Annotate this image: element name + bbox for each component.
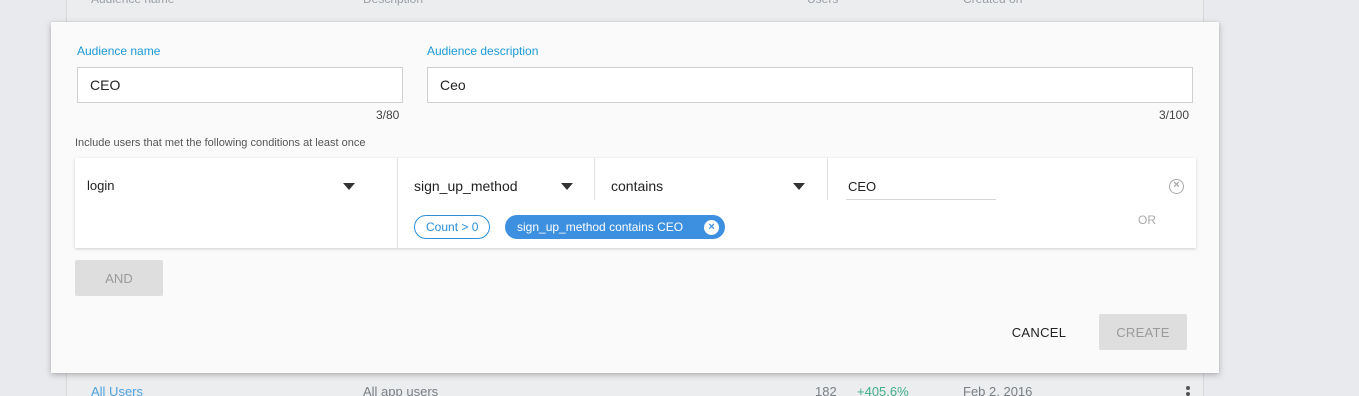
- column-header-name[interactable]: Audience name: [91, 0, 174, 12]
- audience-created-date: Feb 2, 2016: [963, 384, 1033, 396]
- column-header-created[interactable]: Created on: [963, 0, 1022, 12]
- dropdown-arrow-icon: [343, 183, 355, 190]
- event-select-value: login: [87, 178, 115, 193]
- audience-name-counter: 3/80: [376, 108, 400, 122]
- more-vert-icon[interactable]: [1186, 386, 1190, 396]
- dropdown-arrow-icon: [561, 183, 573, 190]
- condition-row: login sign_up_method contains CEO × Coun…: [75, 158, 1196, 248]
- parameter-select[interactable]: sign_up_method: [398, 158, 594, 214]
- audience-name-link[interactable]: All Users: [91, 384, 143, 396]
- and-button[interactable]: AND: [75, 260, 163, 296]
- audience-users-change: +405.6%: [857, 384, 909, 396]
- condition-value-input[interactable]: CEO: [846, 174, 996, 200]
- parameter-select-value: sign_up_method: [414, 178, 518, 194]
- filter-chip[interactable]: sign_up_method contains CEO ×: [505, 215, 726, 239]
- cancel-button[interactable]: CANCEL: [1001, 314, 1077, 350]
- operator-select[interactable]: contains: [595, 158, 827, 214]
- column-header-description[interactable]: Description: [363, 0, 423, 12]
- column-header-users[interactable]: Users: [807, 0, 838, 12]
- audience-name-input[interactable]: CEO: [77, 67, 403, 103]
- divider: [827, 158, 828, 200]
- audience-description: All app users: [363, 384, 439, 396]
- count-chip[interactable]: Count > 0: [414, 215, 491, 239]
- audience-description-counter: 3/100: [1159, 108, 1190, 122]
- create-button[interactable]: CREATE: [1099, 314, 1187, 350]
- new-audience-dialog: Audience name CEO 3/80 Audience descript…: [51, 22, 1219, 373]
- audience-description-label: Audience description: [427, 44, 539, 58]
- remove-condition-icon[interactable]: ×: [1169, 179, 1184, 194]
- filter-chip-label: sign_up_method contains CEO: [517, 220, 684, 234]
- dropdown-arrow-icon: [793, 183, 805, 190]
- audience-users-count: 182: [815, 384, 837, 396]
- event-select[interactable]: login: [75, 158, 397, 214]
- remove-chip-icon[interactable]: ×: [704, 219, 720, 235]
- operator-select-value: contains: [611, 178, 664, 194]
- audience-description-input[interactable]: Ceo: [427, 67, 1193, 103]
- or-button[interactable]: OR: [1138, 213, 1156, 227]
- conditions-hint: Include users that met the following con…: [75, 137, 366, 149]
- audience-name-label: Audience name: [77, 44, 161, 58]
